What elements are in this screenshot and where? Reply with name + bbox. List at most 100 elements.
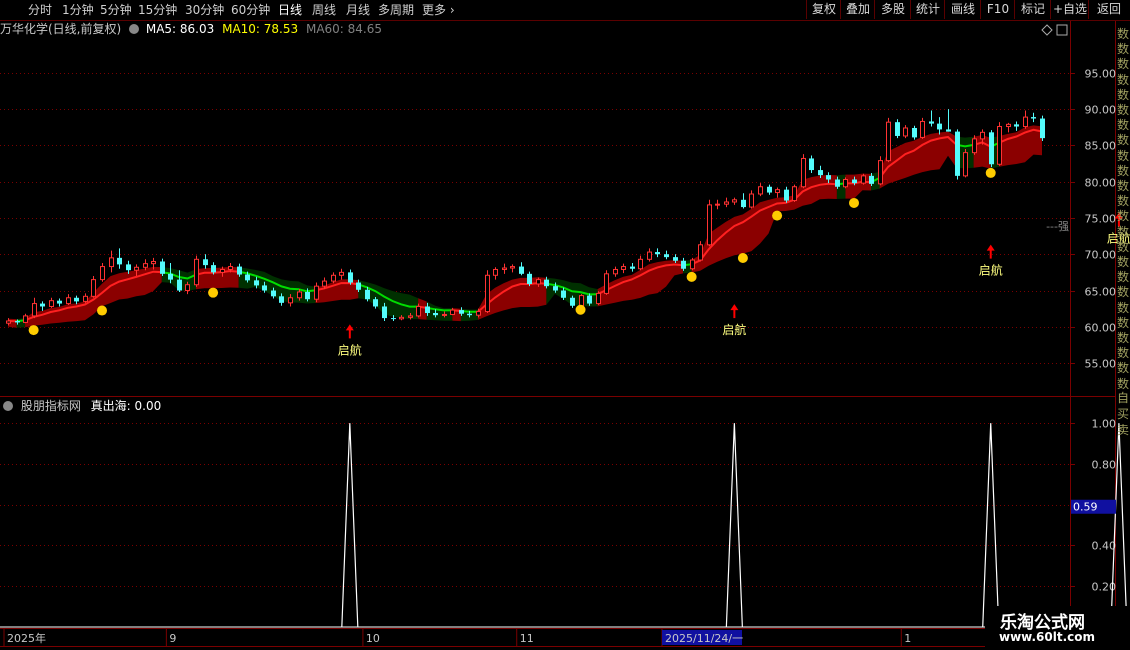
- side-tab-char[interactable]: 数: [1117, 240, 1129, 254]
- side-tab-char[interactable]: 数: [1117, 256, 1129, 269]
- candle-body: [980, 131, 985, 140]
- candle-body: [459, 310, 464, 314]
- side-tab-char[interactable]: 数: [1117, 332, 1129, 345]
- candle-body: [818, 170, 823, 176]
- side-tab-char[interactable]: 数: [1117, 316, 1129, 330]
- side-tab-char[interactable]: 数: [1117, 149, 1129, 163]
- candle-body: [134, 266, 139, 271]
- x-axis-label: 2025年: [7, 631, 46, 645]
- main-y-tick-label: 80.00: [1085, 177, 1117, 190]
- side-tab-char[interactable]: 数: [1117, 377, 1129, 391]
- side-tab-char[interactable]: 数: [1117, 119, 1129, 132]
- side-tab-char[interactable]: 数: [1117, 164, 1129, 178]
- candle-body: [527, 273, 532, 284]
- side-tab-char[interactable]: 数: [1117, 225, 1129, 239]
- candle-body: [920, 120, 925, 138]
- candle-body: [715, 203, 720, 206]
- side-tab-char[interactable]: 数: [1117, 301, 1129, 315]
- side-tab-char[interactable]: 数: [1117, 180, 1129, 193]
- side-tab-char[interactable]: 数: [1117, 28, 1129, 41]
- sub-y-tick-label: 1.00: [1092, 418, 1117, 431]
- candle-body: [365, 289, 370, 300]
- side-tab-char[interactable]: 数: [1117, 58, 1129, 71]
- main-y-tick-label: 90.00: [1085, 104, 1117, 117]
- side-tab-char[interactable]: 数: [1117, 347, 1129, 360]
- indicator-band: [999, 125, 1042, 167]
- candle-body: [587, 295, 592, 304]
- side-tab-char[interactable]: 数: [1117, 73, 1129, 87]
- sub-y-tick-label: 0.40: [1092, 540, 1117, 553]
- candle-body: [6, 320, 11, 324]
- side-tab-char[interactable]: 数: [1117, 43, 1129, 56]
- cursor-value-label: 0.59: [1073, 501, 1098, 514]
- side-tab-char[interactable]: 自: [1117, 392, 1129, 405]
- candle-body: [203, 259, 208, 266]
- candle-body: [100, 266, 105, 281]
- candle-body: [613, 268, 618, 275]
- indicator-spike: [982, 423, 1000, 628]
- chart-canvas[interactable]: 55.00 60.00 65.00 70.00 75.00 80.00 85.00 90.00…: [0, 0, 1130, 650]
- candle-body: [109, 257, 114, 268]
- candle-body: [886, 121, 891, 162]
- side-tab-char[interactable]: 数: [1117, 104, 1129, 117]
- candle-body: [15, 320, 20, 323]
- candle-body: [245, 274, 250, 281]
- signal-dot: [985, 167, 996, 178]
- signal-label: 启航: [338, 342, 362, 357]
- side-tab-char[interactable]: 卖: [1117, 424, 1129, 437]
- candle-body: [775, 189, 780, 194]
- candle-body: [1023, 116, 1028, 128]
- side-tab-char[interactable]: 数: [1117, 271, 1129, 284]
- candle-body: [843, 178, 848, 188]
- candle-body: [758, 186, 763, 195]
- candle-body: [690, 259, 695, 270]
- candle-body: [254, 280, 259, 286]
- right-side-tabs[interactable]: 数数数数数数数数数数数数数数数数数数数数数数数数自买卖: [1116, 22, 1130, 648]
- side-tab-char[interactable]: 数: [1117, 195, 1129, 208]
- candle-body: [741, 199, 746, 208]
- main-y-tick-label: 55.00: [1085, 358, 1117, 371]
- side-tab-char[interactable]: 数: [1117, 286, 1129, 299]
- candle-body: [485, 274, 490, 313]
- candle-body: [382, 306, 387, 319]
- candle-body: [647, 251, 652, 260]
- right-price-label: ---强: [1046, 220, 1069, 233]
- candle-body: [168, 273, 173, 280]
- candle-body: [373, 299, 378, 307]
- main-y-tick-label: 60.00: [1085, 322, 1117, 335]
- side-tab-char[interactable]: 买: [1117, 408, 1129, 421]
- sub-y-tick-label: 0.80: [1092, 459, 1117, 472]
- signal-arrow-head: [730, 304, 739, 311]
- x-axis-label: 9: [169, 632, 176, 645]
- candle-body: [664, 254, 669, 258]
- candle-body: [630, 266, 635, 269]
- candle-body: [262, 285, 267, 291]
- signal-label: 启航: [722, 322, 746, 337]
- square-toggle-icon[interactable]: [1056, 24, 1068, 36]
- candle-body: [946, 129, 951, 132]
- candle-body: [425, 306, 430, 314]
- main-y-tick-label: 95.00: [1085, 68, 1117, 81]
- x-axis-label: 11: [520, 632, 534, 645]
- main-y-tick-label: 70.00: [1085, 249, 1117, 262]
- indicator-spike: [341, 423, 359, 628]
- indicator-spike: [725, 423, 743, 628]
- signal-dot: [97, 305, 107, 316]
- candle-body: [339, 271, 344, 276]
- candle-body: [185, 284, 190, 292]
- diamond-toggle-icon[interactable]: [1041, 24, 1053, 36]
- candle-body: [442, 313, 447, 316]
- main-y-tick-label: 75.00: [1085, 213, 1117, 226]
- signal-arrow-head: [986, 244, 995, 251]
- side-tab-char[interactable]: 数: [1117, 362, 1129, 375]
- main-y-tick-label: 65.00: [1085, 286, 1117, 299]
- side-tab-char[interactable]: 数: [1117, 88, 1129, 102]
- candle-body: [177, 279, 182, 291]
- signal-dot: [772, 210, 783, 221]
- side-tab-char[interactable]: 数: [1117, 210, 1129, 223]
- candle-body: [561, 290, 566, 298]
- side-tab-char[interactable]: 数: [1117, 134, 1129, 147]
- candle-body: [467, 313, 472, 316]
- candle-body: [596, 292, 601, 305]
- candle-body: [1006, 123, 1011, 128]
